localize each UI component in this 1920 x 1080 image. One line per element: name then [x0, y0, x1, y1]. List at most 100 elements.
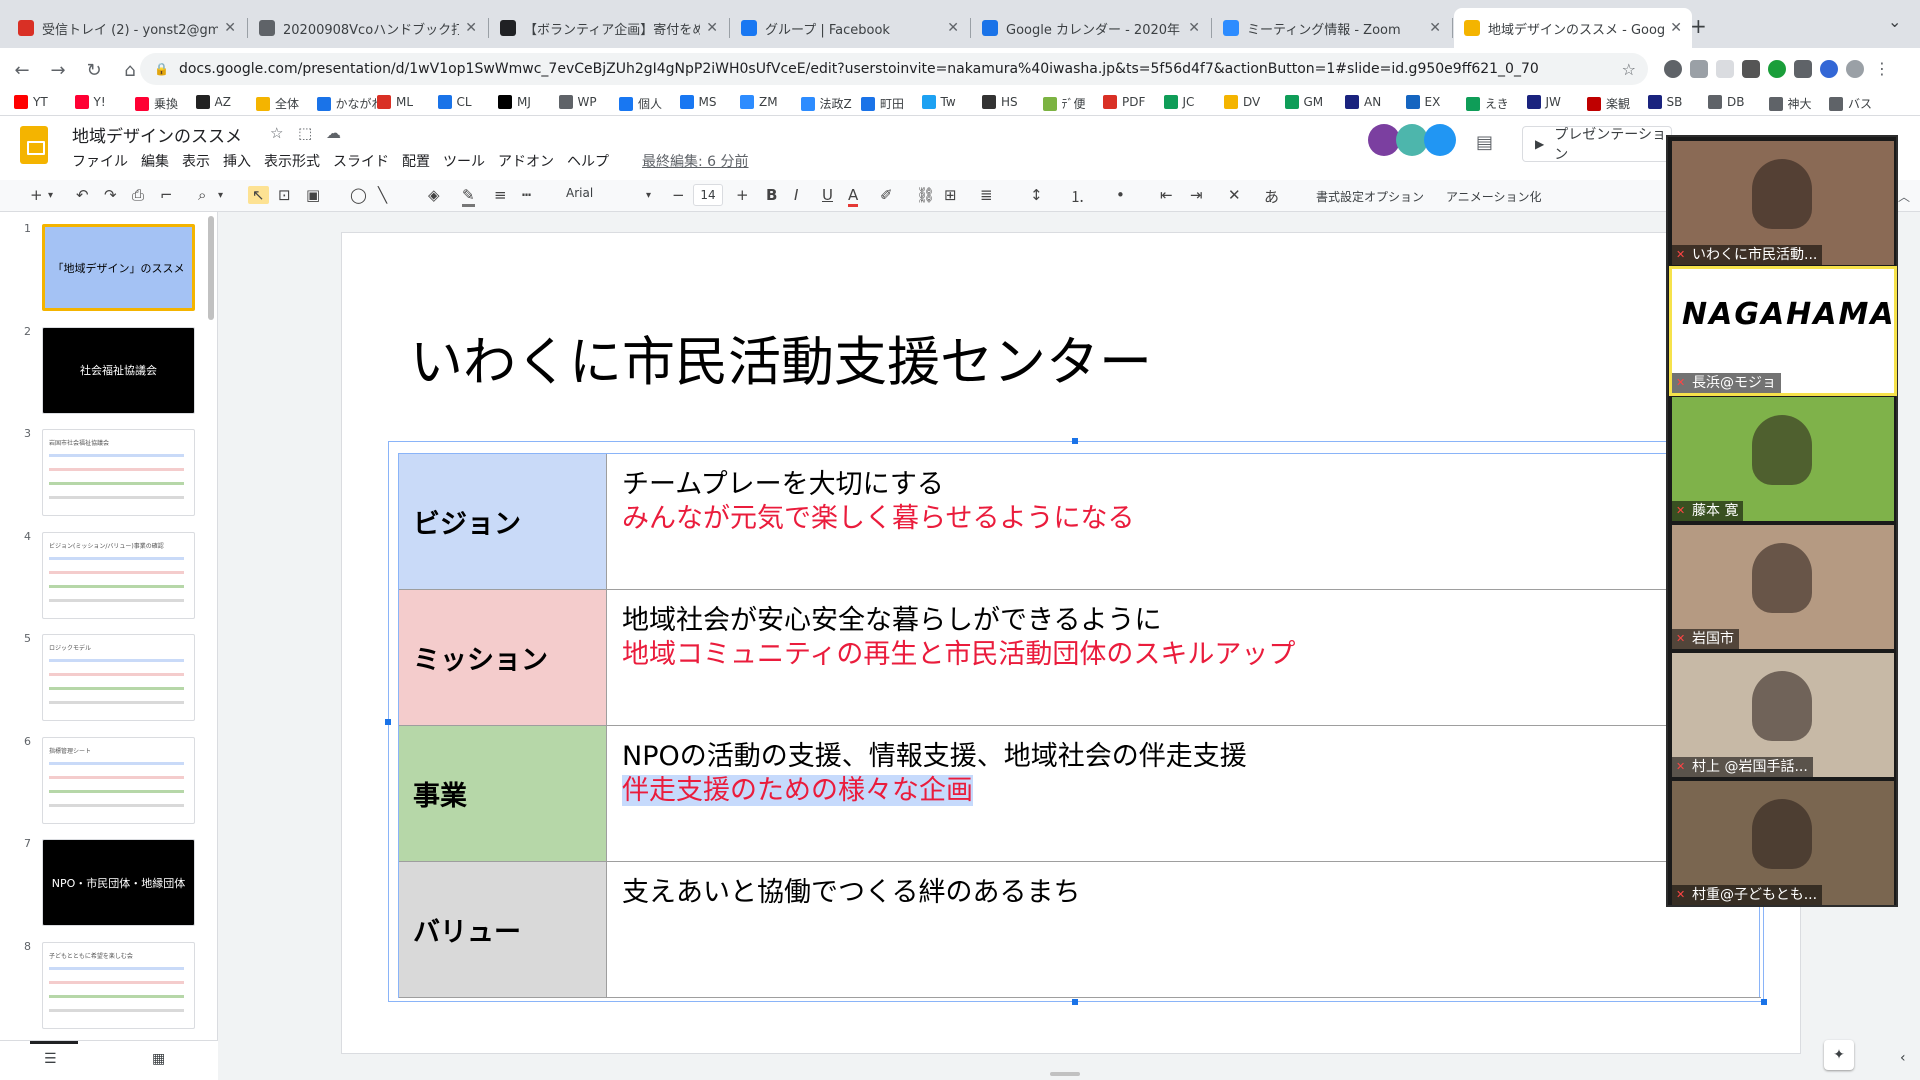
- tab-search-chevron-icon[interactable]: ⌄: [1888, 12, 1901, 31]
- bookmark-item[interactable]: JW: [1526, 95, 1561, 109]
- chevron-down-icon[interactable]: ▾: [646, 190, 651, 201]
- font-select[interactable]: Arial: [566, 186, 593, 200]
- menu-item[interactable]: 挿入: [223, 151, 251, 171]
- bookmark-item[interactable]: WP: [558, 95, 597, 109]
- participant-video[interactable]: NAGAHAMA ✕ 長浜@モジョ: [1669, 266, 1897, 396]
- slide-thumbnail[interactable]: 岩国市社会福祉協議会: [42, 429, 195, 516]
- table-selection-frame[interactable]: [385, 438, 1767, 1005]
- bookmark-item[interactable]: 神大: [1768, 95, 1812, 112]
- shape-icon[interactable]: ◯: [350, 186, 367, 204]
- present-button[interactable]: ▶ プレゼンテーション: [1522, 126, 1672, 163]
- tab-close-icon[interactable]: ✕: [947, 20, 959, 36]
- document-title[interactable]: 地域デザインのススメ: [72, 122, 242, 147]
- clear-format-icon[interactable]: ✕: [1228, 186, 1241, 204]
- bookmark-item[interactable]: PDF: [1103, 95, 1145, 109]
- chevron-down-icon[interactable]: ▾: [48, 190, 53, 201]
- menu-item[interactable]: アドオン: [498, 151, 554, 171]
- bookmark-item[interactable]: ZM: [740, 95, 778, 109]
- bookmark-item[interactable]: 乗換: [135, 95, 178, 112]
- collapse-chevron-icon[interactable]: ︿: [1898, 188, 1910, 205]
- new-slide-icon[interactable]: +: [30, 186, 43, 204]
- slide-thumbnail[interactable]: 指標管理シート: [42, 736, 195, 824]
- browser-tab[interactable]: 【ボランティア企画】寄付をめぐる ✕: [490, 8, 728, 48]
- input-tools-icon[interactable]: あ: [1264, 186, 1279, 207]
- tab-close-icon[interactable]: ✕: [1429, 20, 1441, 36]
- profile-avatar[interactable]: [1846, 60, 1864, 78]
- star-icon[interactable]: ☆: [270, 124, 283, 142]
- bookmark-item[interactable]: 町田: [861, 95, 904, 112]
- increase-indent-icon[interactable]: ⇥: [1190, 186, 1203, 204]
- participant-video[interactable]: ✕ 村上 @岩国手話...: [1672, 653, 1894, 777]
- highlight-icon[interactable]: ✐: [880, 186, 893, 204]
- extension-icon[interactable]: [1690, 60, 1708, 78]
- bookmark-item[interactable]: Tw: [921, 95, 956, 109]
- extension-icon[interactable]: [1716, 60, 1734, 78]
- undo-icon[interactable]: ↶: [76, 186, 89, 204]
- bookmark-item[interactable]: 楽観: [1587, 95, 1630, 112]
- chevron-down-icon[interactable]: ▾: [218, 190, 223, 201]
- bookmark-item[interactable]: えき: [1466, 95, 1509, 112]
- slide-thumbnail[interactable]: 社会福祉協議会: [42, 326, 195, 414]
- explore-button[interactable]: ✦: [1824, 1040, 1854, 1070]
- menu-item[interactable]: 表示: [182, 151, 210, 171]
- numbered-list-icon[interactable]: ⒈: [1070, 186, 1085, 207]
- menu-item[interactable]: ツール: [443, 151, 485, 171]
- browser-tab[interactable]: Google カレンダー - 2020年 9月 ✕: [972, 8, 1210, 48]
- image-icon[interactable]: ▣: [306, 186, 320, 204]
- new-tab-button[interactable]: +: [1690, 14, 1707, 38]
- resize-handle[interactable]: [385, 719, 391, 725]
- bookmark-item[interactable]: Y!: [74, 95, 106, 109]
- bookmark-item[interactable]: かながわ: [316, 95, 384, 112]
- bookmark-item[interactable]: MJ: [498, 95, 531, 109]
- address-bar[interactable]: 🔒 docs.google.com/presentation/d/1wV1op1…: [140, 53, 1648, 85]
- resize-handle[interactable]: [1072, 438, 1078, 444]
- underline-icon[interactable]: U: [822, 186, 833, 204]
- animate-button[interactable]: アニメーション化: [1446, 188, 1542, 205]
- browser-tab[interactable]: 地域デザインのススメ - Google ✕: [1454, 8, 1692, 48]
- text-color-icon[interactable]: A: [848, 186, 859, 207]
- slide-thumbnail[interactable]: 子どもとともに希望を楽しむ会: [42, 941, 195, 1029]
- redo-icon[interactable]: ↷: [104, 186, 117, 204]
- bookmark-item[interactable]: SB: [1647, 95, 1682, 109]
- font-size-input[interactable]: 14: [693, 184, 723, 206]
- border-dash-icon[interactable]: ┅: [522, 186, 531, 204]
- collaborator-avatar[interactable]: [1424, 124, 1456, 156]
- participant-video[interactable]: ✕ 村重@子どもとも...: [1672, 781, 1894, 905]
- bookmark-item[interactable]: 全体: [256, 95, 299, 112]
- border-weight-icon[interactable]: ≡: [494, 186, 507, 204]
- text-box-icon[interactable]: ⊡: [278, 186, 291, 204]
- tab-close-icon[interactable]: ✕: [1188, 20, 1200, 36]
- bold-icon[interactable]: B: [766, 186, 777, 204]
- paint-format-icon[interactable]: ⌐: [160, 186, 173, 204]
- browser-tab[interactable]: グループ | Facebook ✕: [731, 8, 969, 48]
- bookmark-item[interactable]: DV: [1224, 95, 1260, 109]
- decrease-indent-icon[interactable]: ⇤: [1160, 186, 1173, 204]
- browser-tab[interactable]: 受信トレイ (2) - yonst2@gmail.c ✕: [8, 8, 246, 48]
- participant-video[interactable]: ✕ 藤本 寛: [1672, 397, 1894, 521]
- participant-video[interactable]: ✕ いわくに市民活動...: [1672, 141, 1894, 265]
- evernote-icon[interactable]: [1768, 60, 1786, 78]
- comment-history-icon[interactable]: ▤: [1476, 132, 1493, 153]
- bookmark-item[interactable]: DB: [1708, 95, 1744, 109]
- side-panel-chevron-icon[interactable]: ‹: [1900, 1050, 1906, 1066]
- add-comment-icon[interactable]: ⊞: [944, 186, 957, 204]
- line-spacing-icon[interactable]: ↕: [1030, 186, 1043, 204]
- select-cursor-icon[interactable]: ↖: [248, 186, 269, 204]
- bulleted-list-icon[interactable]: •: [1116, 186, 1125, 204]
- music-note-icon[interactable]: [1820, 60, 1838, 78]
- bookmark-item[interactable]: 法政Z: [800, 95, 852, 112]
- extension-icon[interactable]: [1664, 60, 1682, 78]
- canvas-scrollbar[interactable]: [1050, 1072, 1080, 1076]
- tab-close-icon[interactable]: ✕: [465, 20, 477, 36]
- zoom-icon[interactable]: ⌕: [198, 186, 206, 204]
- bookmark-item[interactable]: MS: [679, 95, 716, 109]
- link-icon[interactable]: ⛓: [916, 186, 935, 204]
- resize-handle[interactable]: [1761, 999, 1767, 1005]
- browser-menu-icon[interactable]: ⋮: [1874, 60, 1890, 78]
- tab-close-icon[interactable]: ✕: [1670, 20, 1682, 36]
- browser-tab[interactable]: ミーティング情報 - Zoom ✕: [1213, 8, 1451, 48]
- reload-icon[interactable]: ↻: [80, 60, 108, 81]
- move-folder-icon[interactable]: ⬚: [298, 124, 312, 142]
- slide-thumbnail[interactable]: 「地域デザイン」のススメ: [42, 224, 195, 311]
- decrease-font-icon[interactable]: −: [672, 186, 685, 204]
